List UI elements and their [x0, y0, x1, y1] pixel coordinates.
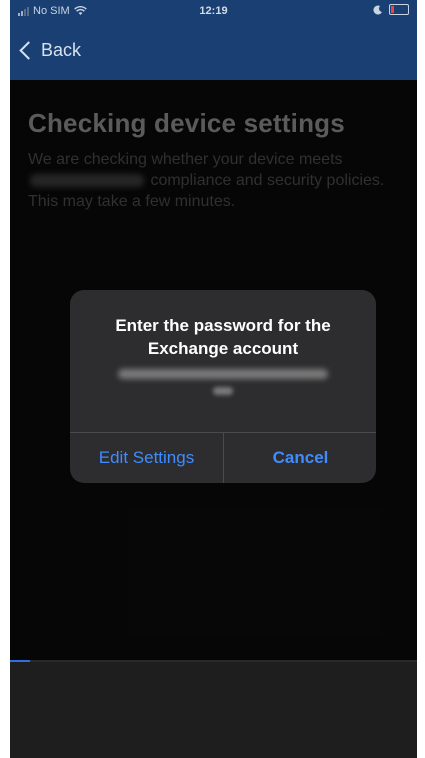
password-alert-dialog: Enter the password for the Exchange acco…: [70, 290, 376, 483]
redacted-account-email-end: [213, 387, 233, 395]
bottom-panel: [10, 662, 417, 758]
back-label: Back: [41, 40, 82, 60]
edit-settings-button[interactable]: Edit Settings: [70, 433, 223, 483]
status-bar: No SIM 12:19: [10, 0, 417, 24]
status-time: 12:19: [199, 5, 228, 17]
battery-icon: [389, 4, 409, 15]
moon-icon: [373, 5, 382, 15]
redacted-account-email: [118, 369, 328, 379]
cancel-button[interactable]: Cancel: [224, 433, 376, 483]
chevron-left-icon: [19, 41, 38, 60]
phone-screen: No SIM 12:19 Back Checking device settin…: [10, 0, 417, 758]
back-button[interactable]: Back: [18, 40, 81, 61]
alert-title: Enter the password for the Exchange acco…: [115, 316, 331, 358]
status-right: [373, 4, 409, 15]
navigation-bar: Back: [10, 24, 417, 80]
